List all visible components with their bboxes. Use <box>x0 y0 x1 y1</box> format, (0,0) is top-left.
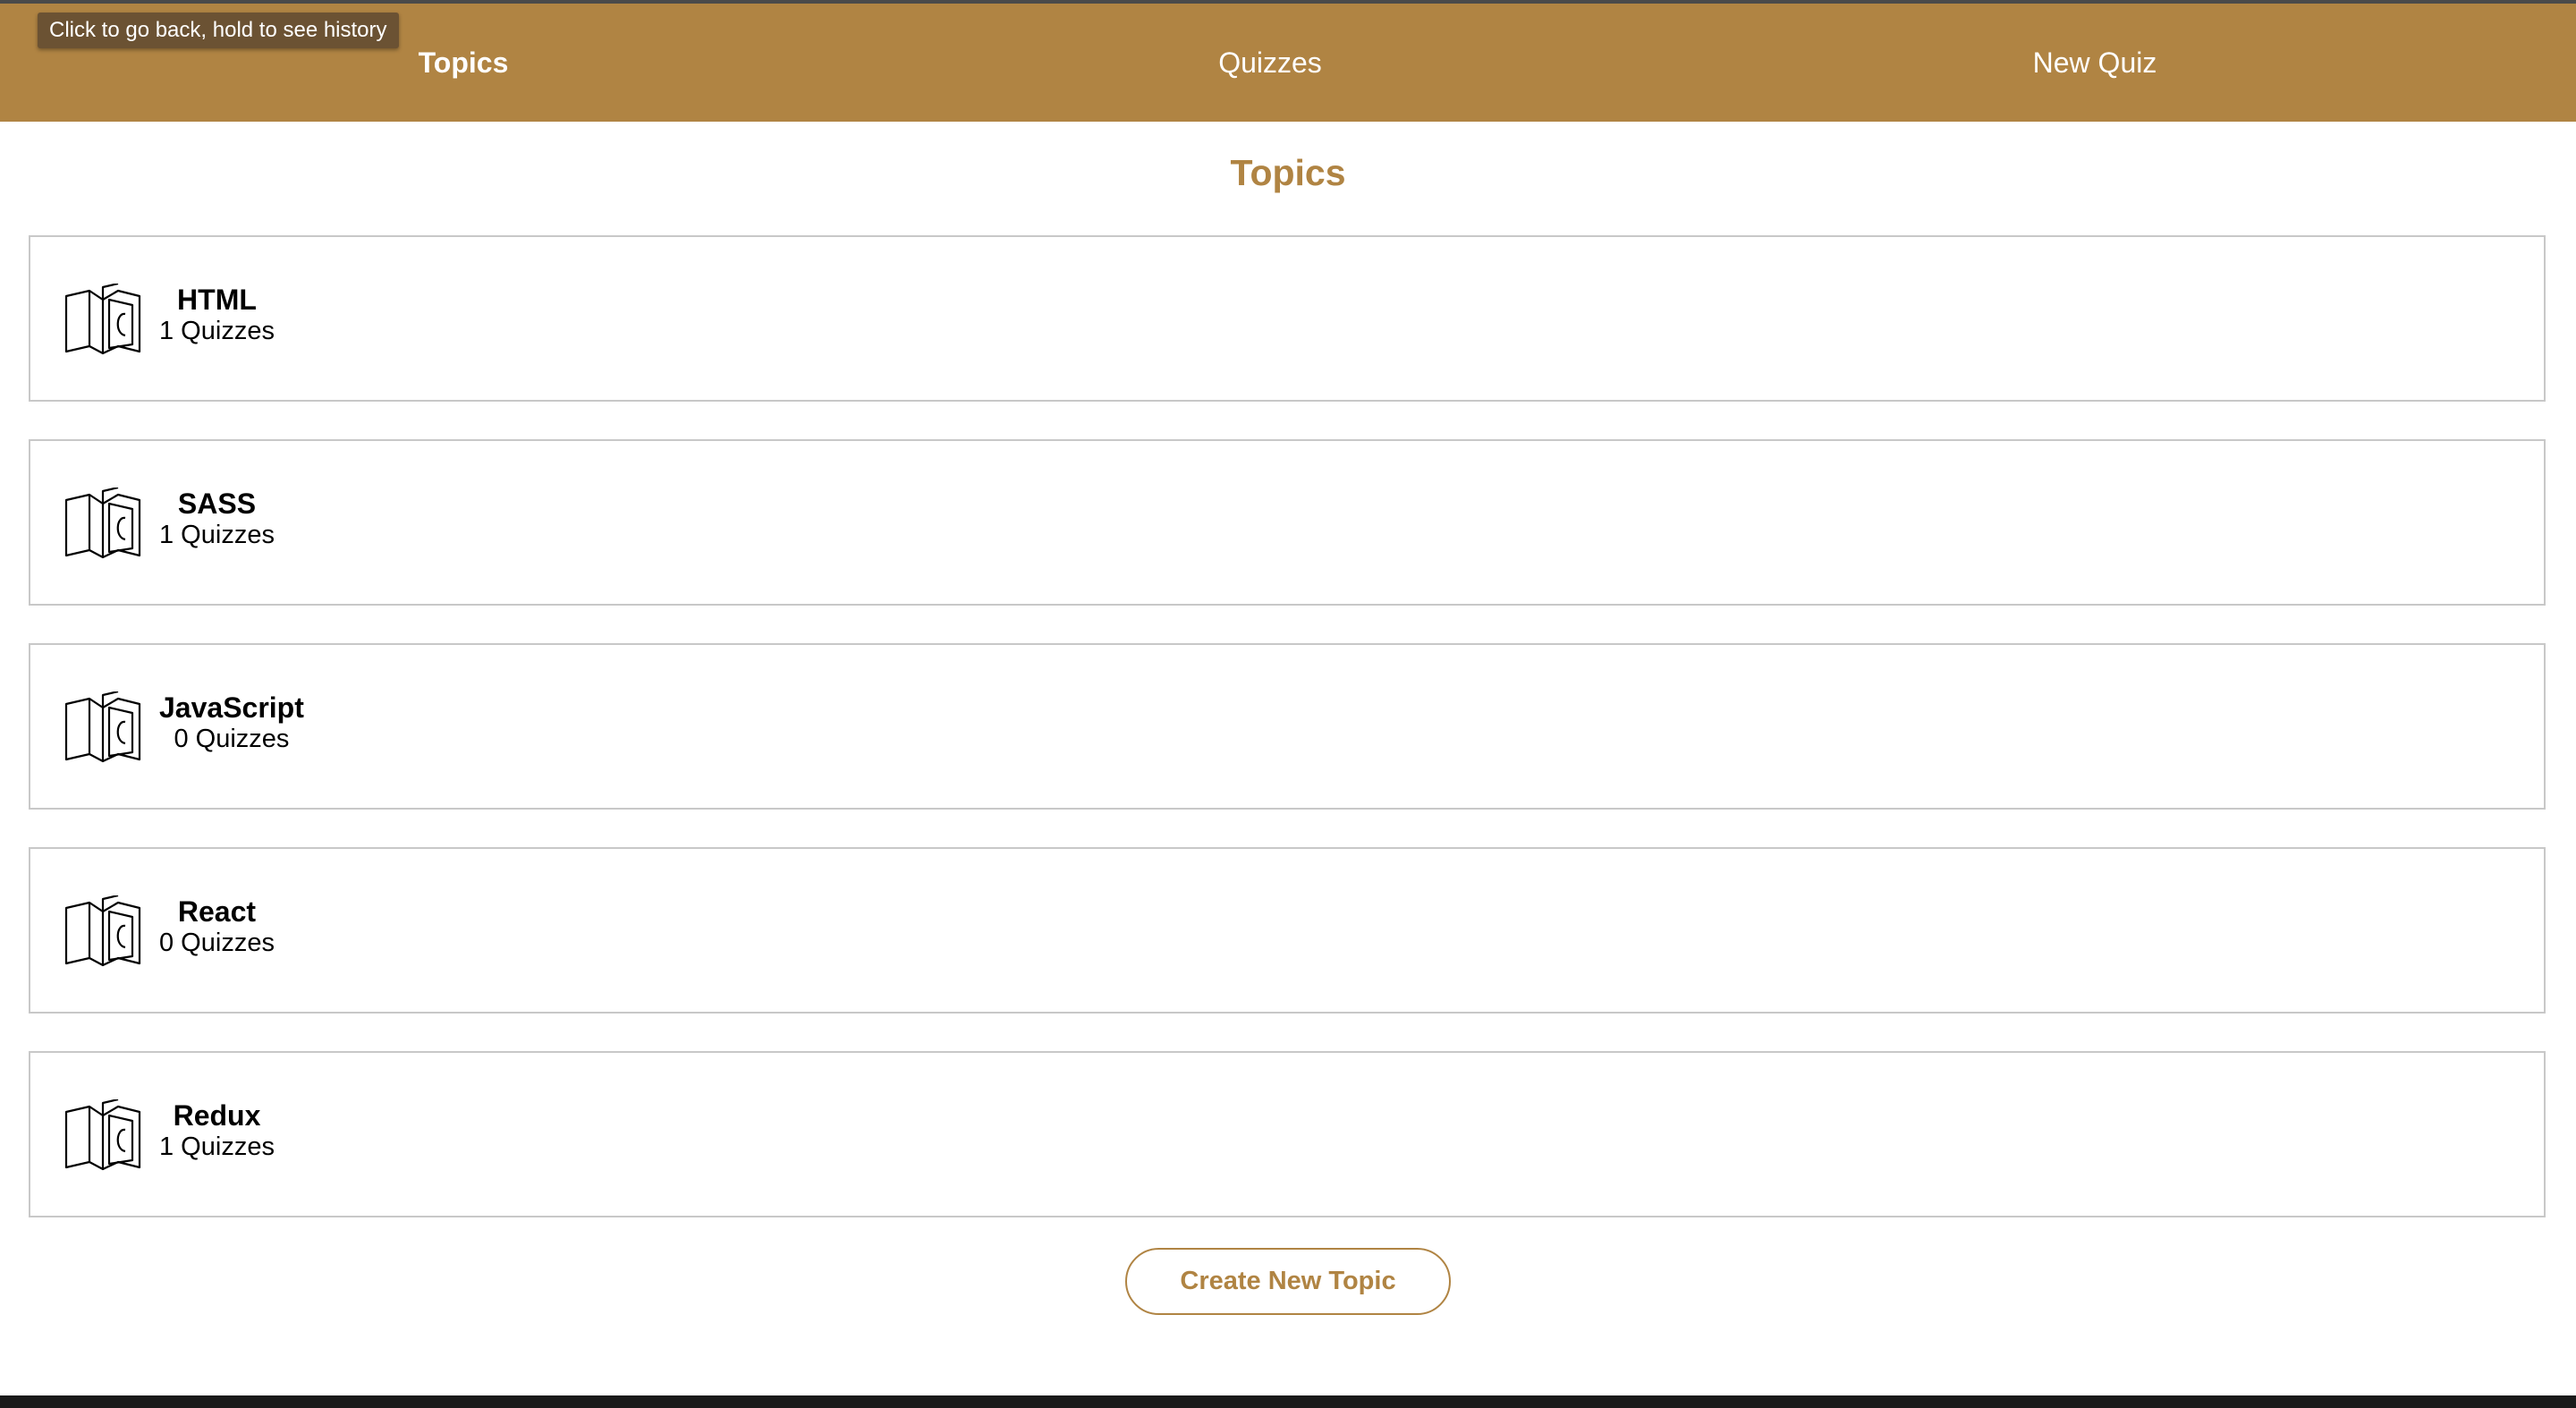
topic-name: Redux <box>173 1099 261 1132</box>
nav-link-quizzes[interactable]: Quizzes <box>1218 4 1322 122</box>
topic-quiz-count: 1 Quizzes <box>159 521 275 549</box>
topic-quiz-count: 1 Quizzes <box>159 1132 275 1161</box>
book-icon <box>64 284 141 355</box>
topic-card-react[interactable]: React 0 Quizzes <box>29 847 2546 1014</box>
topic-card-redux[interactable]: Redux 1 Quizzes <box>29 1051 2546 1217</box>
topic-card-sass[interactable]: SASS 1 Quizzes <box>29 439 2546 606</box>
book-icon <box>64 1099 141 1171</box>
book-icon <box>64 691 141 763</box>
topic-name: React <box>177 895 257 928</box>
topic-text: React 0 Quizzes <box>159 895 275 958</box>
topic-card-html[interactable]: HTML 1 Quizzes <box>29 235 2546 402</box>
topic-name: JavaScript <box>159 691 304 724</box>
topic-name: HTML <box>177 284 257 316</box>
topic-card-javascript[interactable]: JavaScript 0 Quizzes <box>29 643 2546 810</box>
book-icon <box>64 895 141 967</box>
topic-name: SASS <box>177 488 257 520</box>
topic-quiz-count: 0 Quizzes <box>159 929 275 957</box>
topic-text: Redux 1 Quizzes <box>159 1099 275 1162</box>
topic-text: HTML 1 Quizzes <box>159 284 275 346</box>
topic-text: SASS 1 Quizzes <box>159 488 275 550</box>
page-title: Topics <box>1230 152 1346 193</box>
book-icon <box>64 488 141 559</box>
topic-quiz-count: 0 Quizzes <box>174 725 290 753</box>
page: Topics Quizzes New Quiz Click to go back… <box>0 0 2576 1408</box>
topic-quiz-count: 1 Quizzes <box>159 317 275 345</box>
create-new-topic-button[interactable]: Create New Topic <box>1125 1248 1451 1315</box>
back-button-tooltip: Click to go back, hold to see history <box>38 13 399 48</box>
topic-text: JavaScript 0 Quizzes <box>159 691 304 754</box>
nav-link-topics[interactable]: Topics <box>419 4 509 122</box>
window-bottom-edge <box>0 1395 2576 1408</box>
nav-link-new-quiz[interactable]: New Quiz <box>2033 4 2157 122</box>
